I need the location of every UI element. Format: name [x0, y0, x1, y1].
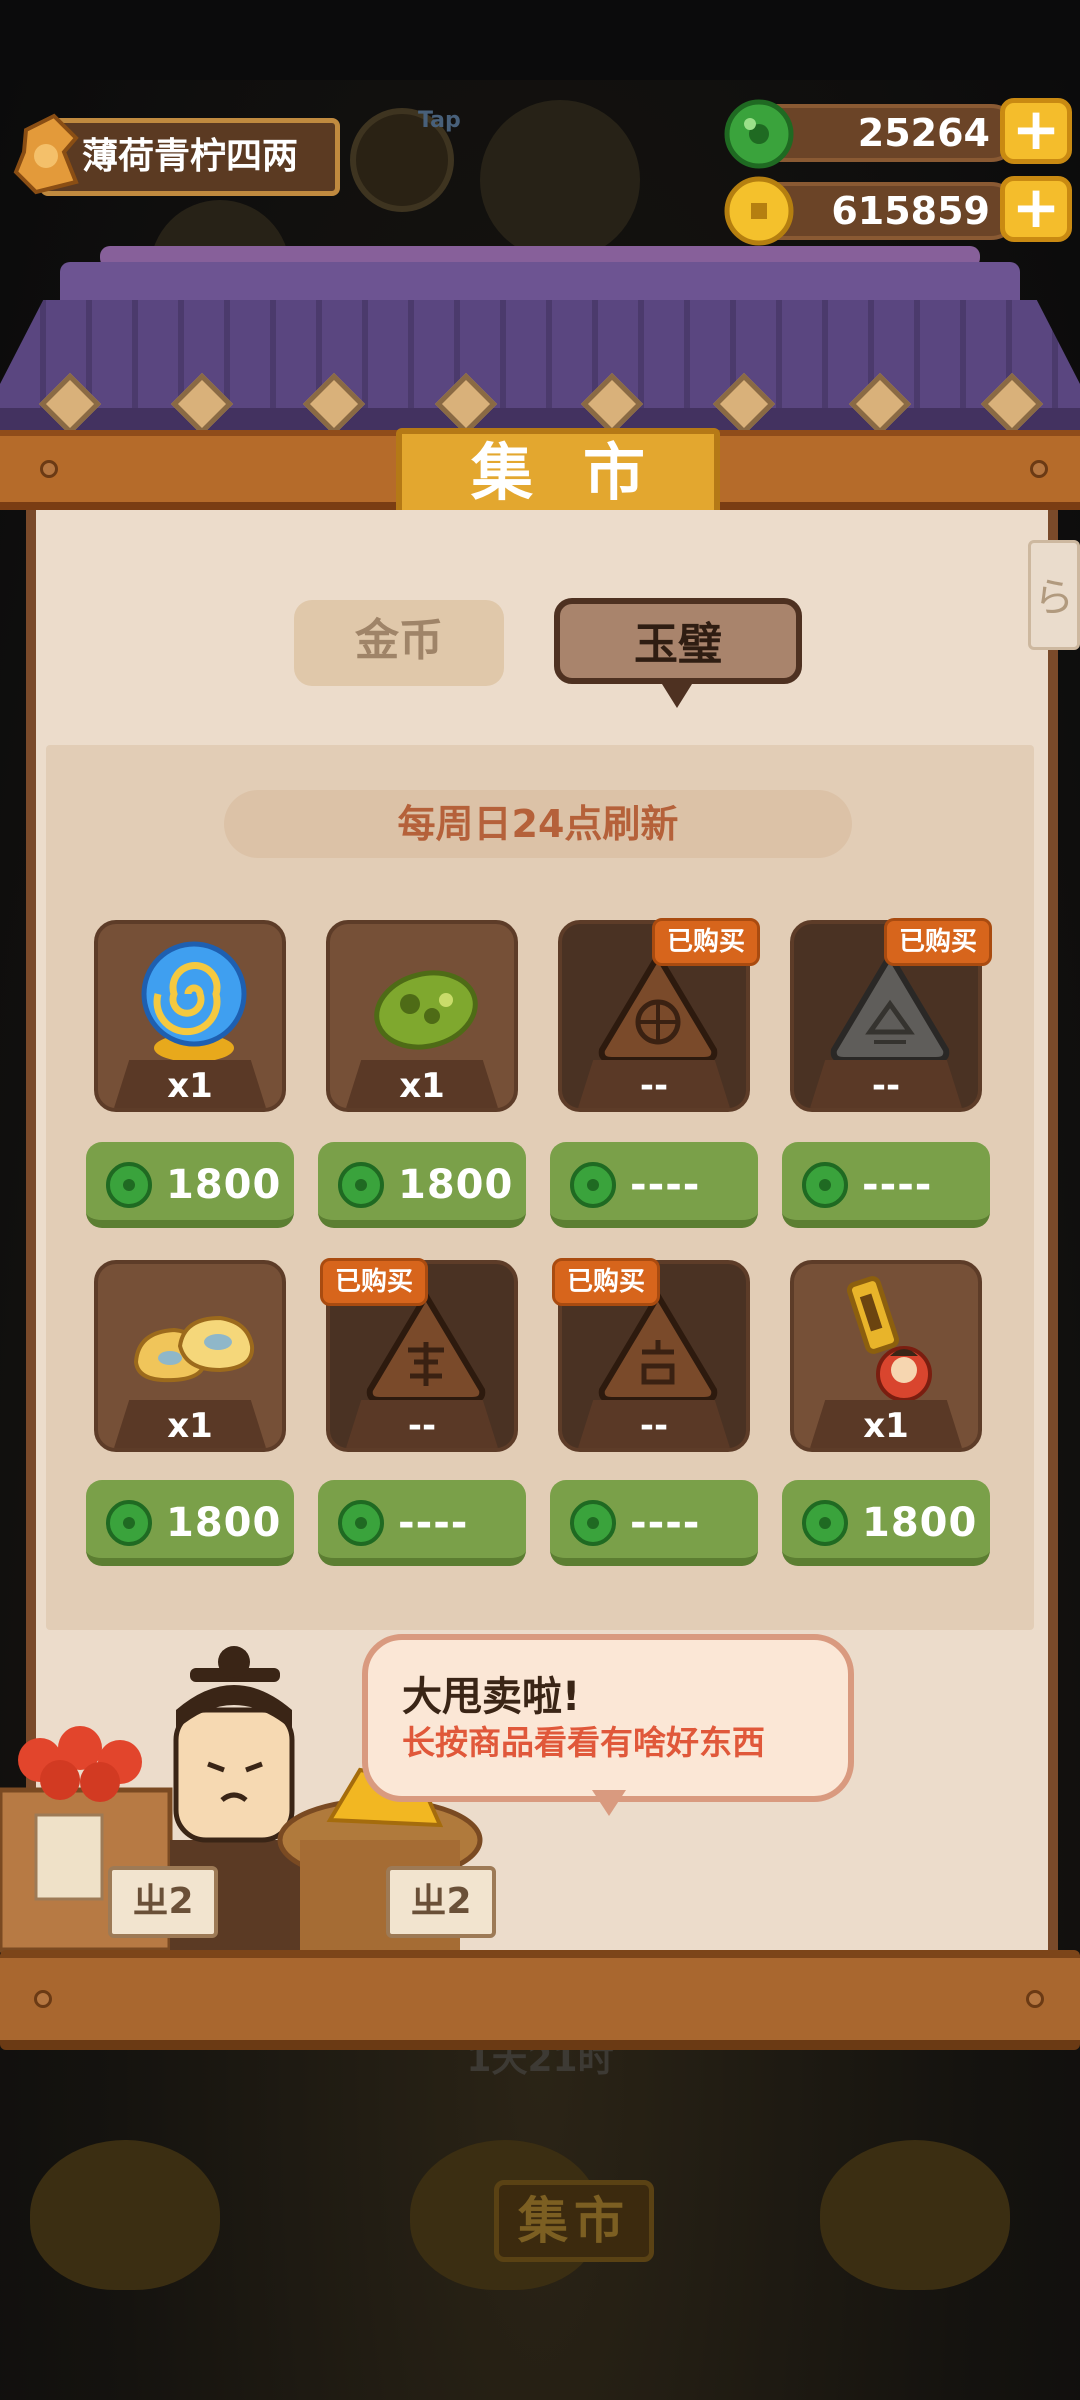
- tab-gold-coins[interactable]: 金币: [294, 600, 504, 686]
- spiral-orb-icon: [141, 941, 247, 1062]
- bronze-token-icon: [598, 950, 718, 1063]
- beam-nail: [1026, 1990, 1044, 2008]
- speech-hint: 长按商品看看有啥好东西: [402, 1723, 765, 1762]
- price-value: ----: [630, 1162, 701, 1208]
- item-qty: x1: [167, 1066, 213, 1106]
- jade-icon: [802, 1162, 848, 1208]
- speech-headline: 大甩卖啦!: [402, 1674, 581, 1720]
- green-jade-stone-icon: [374, 970, 478, 1050]
- jade-icon: [570, 1162, 616, 1208]
- jade-icon: [570, 1500, 616, 1546]
- item-qty: x1: [863, 1406, 909, 1446]
- item-qty: x1: [167, 1406, 213, 1446]
- tab-jade[interactable]: 玉璧: [554, 598, 802, 684]
- bought-badge: 已购买: [320, 1258, 428, 1306]
- bg-paw-icon: [480, 100, 640, 260]
- shop-item-card[interactable]: x1: [326, 920, 518, 1112]
- tap-hint: Tap: [418, 108, 461, 133]
- item-qty: --: [871, 1066, 901, 1106]
- bg-market-sign[interactable]: 集市: [494, 2180, 654, 2262]
- stone-token-icon: [830, 950, 950, 1063]
- jade-icon: [802, 1500, 848, 1546]
- price-value: ----: [398, 1500, 469, 1546]
- price-value: ----: [862, 1162, 933, 1208]
- bottom-beam: [0, 1950, 1080, 2050]
- bg-duck: [820, 2140, 1010, 2290]
- shop-item-card[interactable]: x1: [94, 1260, 286, 1452]
- key-charm-icon: [846, 1276, 932, 1402]
- bronze-token-icon: [366, 1290, 486, 1403]
- item-qty: --: [639, 1406, 669, 1446]
- price-value: 1800: [862, 1500, 978, 1546]
- price-value: ----: [630, 1500, 701, 1546]
- refresh-note: 每周日24点刷新: [224, 790, 852, 858]
- bought-badge: 已购买: [652, 918, 760, 966]
- item-qty: --: [639, 1066, 669, 1106]
- embroidered-shoes-icon: [133, 1315, 255, 1383]
- item-qty: x1: [399, 1066, 445, 1106]
- item-qty: --: [407, 1406, 437, 1446]
- bronze-token-icon: [598, 1290, 718, 1403]
- gold-amount: 615859: [831, 189, 990, 233]
- roof-tiles: [0, 300, 1080, 420]
- bought-badge: 已购买: [884, 918, 992, 966]
- shop-title: 集市: [470, 436, 695, 509]
- jade-icon: [338, 1500, 384, 1546]
- shop-item-card[interactable]: x1: [790, 1260, 982, 1452]
- bought-badge: 已购买: [552, 1258, 660, 1306]
- jade-icon: [338, 1162, 384, 1208]
- shop-item-card[interactable]: x1: [94, 920, 286, 1112]
- player-name: 薄荷青柠四两: [82, 136, 299, 177]
- side-scroll-tab[interactable]: ら: [1028, 540, 1080, 650]
- beam-nail: [34, 1990, 52, 2008]
- price-value: 1800: [166, 1162, 282, 1208]
- add-jade-button[interactable]: +: [1000, 98, 1072, 164]
- jade-amount: 25264: [857, 111, 990, 155]
- bg-duck: [30, 2140, 220, 2290]
- add-gold-button[interactable]: +: [1000, 176, 1072, 242]
- jade-icon: [106, 1162, 152, 1208]
- price-tag-card: ㄓ2: [386, 1866, 496, 1938]
- price-value: 1800: [398, 1162, 514, 1208]
- price-tag-card: ㄓ2: [108, 1866, 218, 1938]
- beam-nail: [40, 460, 58, 478]
- beam-nail: [1030, 460, 1048, 478]
- jade-icon: [106, 1500, 152, 1546]
- price-value: 1800: [166, 1500, 282, 1546]
- player-avatar-icon: [13, 113, 79, 195]
